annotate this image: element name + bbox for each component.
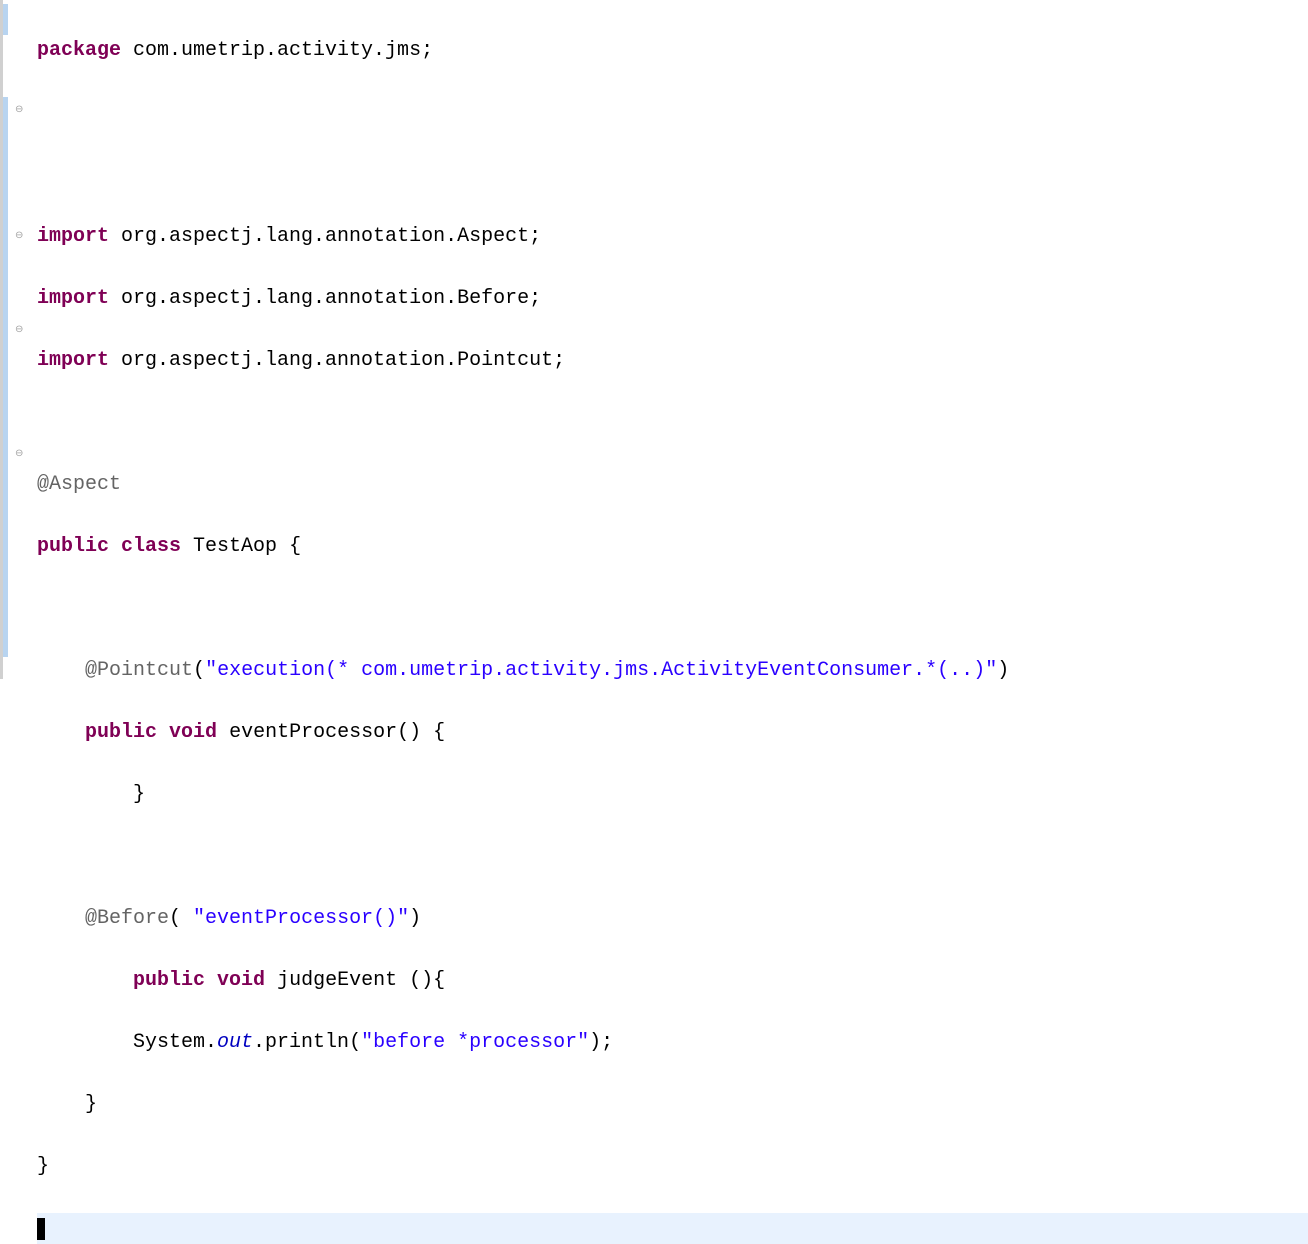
editor-gutter: ⊖ ⊖ ⊖ ⊖ [3, 0, 31, 679]
code-line: } [37, 779, 1308, 810]
code-line [37, 593, 1308, 624]
fold-marker-4[interactable]: ⊖ [15, 450, 25, 460]
code-line: } [37, 1151, 1308, 1182]
code-line [37, 841, 1308, 872]
keyword-public: public [37, 535, 109, 558]
current-line [37, 1213, 1308, 1244]
code-line: @Before( "eventProcessor()") [37, 903, 1308, 934]
code-line: } [37, 1089, 1308, 1120]
code-line: import org.aspectj.lang.annotation.Aspec… [37, 221, 1308, 252]
cursor [37, 1218, 45, 1240]
code-editor[interactable]: package com.umetrip.activity.jms; import… [31, 0, 1308, 679]
keyword-import: import [37, 287, 109, 310]
keyword-class: class [121, 535, 181, 558]
annotation-before: @Before [85, 907, 169, 930]
code-line: @Pointcut("execution(* com.umetrip.activ… [37, 655, 1308, 686]
change-bar-2 [3, 97, 8, 657]
keyword-import: import [37, 349, 109, 372]
code-line: package com.umetrip.activity.jms; [37, 35, 1308, 66]
fold-marker-1[interactable]: ⊖ [15, 106, 25, 116]
keyword-public: public [133, 969, 205, 992]
keyword-import: import [37, 225, 109, 248]
keyword-package: package [37, 39, 121, 62]
change-bar-1 [3, 4, 8, 35]
code-line [37, 159, 1308, 190]
fold-marker-3[interactable]: ⊖ [15, 326, 25, 336]
string-literal: "eventProcessor()" [193, 907, 409, 930]
keyword-void: void [169, 721, 217, 744]
code-line: import org.aspectj.lang.annotation.Befor… [37, 283, 1308, 314]
code-line: System.out.println("before *processor"); [37, 1027, 1308, 1058]
code-line [37, 97, 1308, 128]
code-line: @Aspect [37, 469, 1308, 500]
code-line: import org.aspectj.lang.annotation.Point… [37, 345, 1308, 376]
fold-marker-2[interactable]: ⊖ [15, 232, 25, 242]
code-line: public void eventProcessor() { [37, 717, 1308, 748]
keyword-void: void [217, 969, 265, 992]
code-line: public class TestAop { [37, 531, 1308, 562]
keyword-public: public [85, 721, 157, 744]
code-line: public void judgeEvent (){ [37, 965, 1308, 996]
code-line [37, 407, 1308, 438]
static-field-out: out [217, 1031, 253, 1054]
annotation-aspect: @Aspect [37, 473, 121, 496]
string-literal: "before *processor" [361, 1031, 589, 1054]
